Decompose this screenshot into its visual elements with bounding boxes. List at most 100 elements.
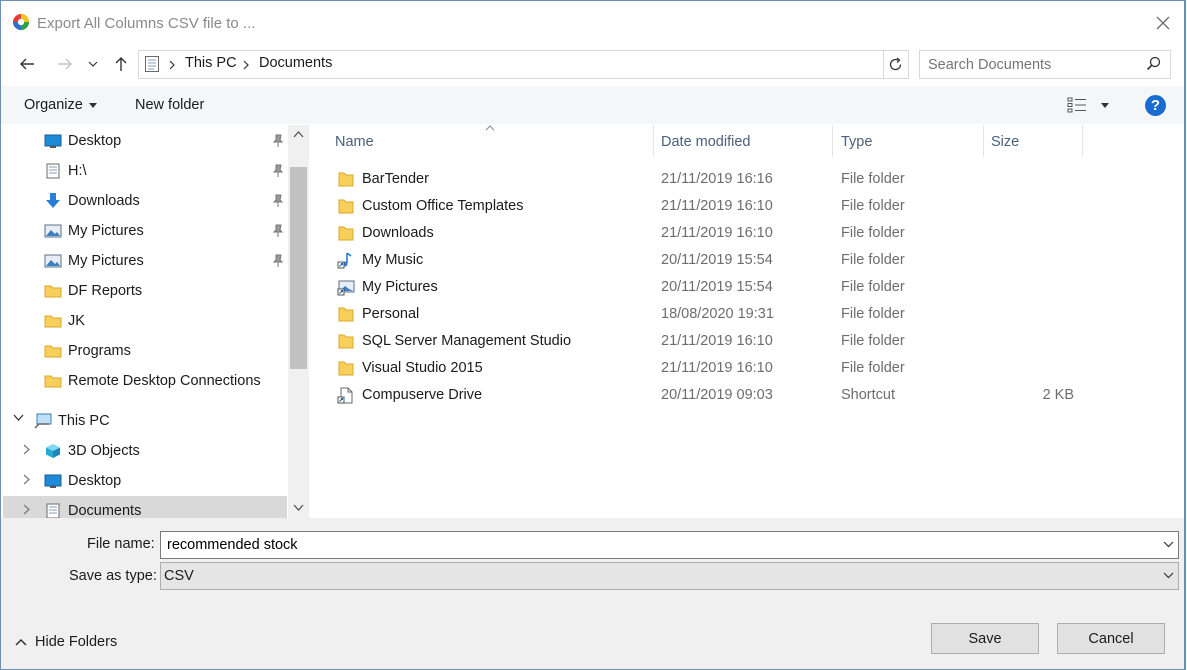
chevron-right-icon [23, 444, 30, 455]
file-row[interactable]: Compuserve Drive 20/11/2019 09:03 Shortc… [329, 382, 1089, 409]
save-as-type-select[interactable]: CSV [160, 562, 1179, 590]
nav-scrollbar[interactable] [288, 125, 309, 518]
chevron-down-icon [1163, 572, 1174, 579]
pin-icon [272, 254, 284, 267]
scroll-up-icon[interactable] [293, 131, 304, 138]
nav-item-documents[interactable]: Documents [3, 496, 287, 518]
pictures-shortcut-icon [337, 280, 355, 296]
desktop-icon [44, 134, 62, 148]
hide-folders-label: Hide Folders [35, 634, 118, 650]
hide-folders-button[interactable]: Hide Folders [15, 634, 117, 650]
chevron-up-icon [15, 638, 27, 646]
nav-item-h-drive[interactable]: H:\ [3, 156, 287, 186]
refresh-button[interactable] [882, 50, 909, 79]
help-button[interactable]: ? [1145, 95, 1166, 116]
nav-item-desktop-pc[interactable]: Desktop [3, 466, 287, 496]
download-arrow-icon [46, 193, 60, 208]
nav-item-label: H:\ [68, 163, 87, 179]
title-bar: Export All Columns CSV file to ... [1, 1, 1184, 45]
file-row[interactable]: Visual Studio 2015 21/11/2019 16:10 File… [329, 355, 1089, 382]
chevron-right-icon [169, 60, 175, 70]
breadcrumb-documents[interactable]: Documents [259, 55, 332, 71]
recent-locations-button[interactable] [83, 51, 103, 77]
file-name-label: File name: [87, 536, 155, 552]
breadcrumb-this-pc[interactable]: This PC [185, 55, 237, 71]
organize-menu-button[interactable]: Organize [24, 97, 97, 113]
nav-item-remote-desktop-connections[interactable]: Remote Desktop Connections [3, 366, 287, 396]
search-input[interactable] [928, 55, 1138, 75]
cancel-button[interactable]: Cancel [1057, 623, 1165, 654]
nav-item-downloads[interactable]: Downloads [3, 186, 287, 216]
file-row[interactable]: BarTender 21/11/2019 16:16 File folder [329, 166, 1089, 193]
nav-item-label: DF Reports [68, 283, 143, 299]
nav-item-desktop[interactable]: Desktop [3, 126, 287, 156]
chevron-right-icon [23, 504, 30, 515]
folder-icon [338, 307, 354, 322]
nav-item-label: 3D Objects [68, 443, 140, 459]
file-name-input[interactable] [167, 535, 1147, 555]
caret-down-icon [88, 102, 97, 108]
column-header-size[interactable]: Size [984, 125, 1082, 157]
pin-icon [272, 134, 284, 147]
new-folder-button[interactable]: New folder [135, 97, 204, 113]
search-box[interactable] [919, 50, 1171, 79]
change-view-button[interactable] [1067, 94, 1117, 116]
nav-item-my-pictures[interactable]: My Pictures [3, 216, 287, 246]
column-header-name[interactable]: Name [329, 125, 653, 157]
nav-item-jk[interactable]: JK [3, 306, 287, 336]
caret-down-icon [1101, 102, 1109, 108]
drive-icon [46, 163, 60, 179]
file-row[interactable]: SQL Server Management Studio 21/11/2019 … [329, 328, 1089, 355]
file-row[interactable]: Downloads 21/11/2019 16:10 File folder [329, 220, 1089, 247]
save-button[interactable]: Save [931, 623, 1039, 654]
arrow-up-icon [115, 57, 127, 71]
nav-item-label: Remote Desktop Connections [68, 373, 261, 389]
pin-icon [272, 224, 284, 237]
details-view-icon [1067, 97, 1086, 113]
dialog-window: Export All Columns CSV file to ... This … [0, 0, 1186, 670]
save-as-type-value: CSV [164, 568, 194, 584]
column-divider[interactable] [1082, 125, 1083, 157]
back-button[interactable] [13, 51, 41, 77]
folder-icon [44, 375, 62, 388]
column-header-date-modified[interactable]: Date modified [654, 125, 832, 157]
organize-label: Organize [24, 97, 83, 113]
file-row[interactable]: Personal 18/08/2020 19:31 File folder [329, 301, 1089, 328]
window-title: Export All Columns CSV file to ... [37, 15, 256, 32]
3d-objects-icon [46, 444, 60, 458]
up-button[interactable] [107, 51, 135, 77]
address-bar[interactable]: This PC Documents [138, 50, 1011, 79]
close-button[interactable] [1147, 7, 1179, 39]
file-name-combobox[interactable] [160, 531, 1179, 559]
desktop-icon [44, 474, 62, 488]
nav-item-df-reports[interactable]: DF Reports [3, 276, 287, 306]
chevron-down-icon[interactable] [1163, 541, 1174, 548]
refresh-icon [889, 57, 901, 71]
column-header-type[interactable]: Type [833, 125, 983, 157]
documents-icon [145, 56, 159, 72]
documents-icon [46, 503, 60, 518]
scroll-down-icon[interactable] [293, 504, 304, 511]
nav-scrollbar-thumb[interactable] [290, 167, 307, 369]
nav-item-label: This PC [58, 413, 110, 429]
nav-item-label: My Pictures [68, 223, 144, 239]
save-as-type-label: Save as type: [69, 568, 157, 584]
nav-item-this-pc[interactable]: This PC [3, 406, 287, 436]
nav-item-3d-objects[interactable]: 3D Objects [3, 436, 287, 466]
chevron-down-icon [88, 61, 98, 67]
file-row[interactable]: My Music 20/11/2019 15:54 File folder [329, 247, 1089, 274]
command-toolbar: Organize New folder ? [1, 86, 1184, 124]
nav-item-programs[interactable]: Programs [3, 336, 287, 366]
this-pc-icon [34, 413, 52, 429]
file-row[interactable]: My Pictures 20/11/2019 15:54 File folder [329, 274, 1089, 301]
close-icon [1156, 16, 1170, 30]
arrow-right-icon [58, 58, 72, 70]
nav-item-my-pictures-2[interactable]: My Pictures [3, 246, 287, 276]
forward-button[interactable] [51, 51, 79, 77]
chevron-right-icon [243, 60, 249, 70]
shortcut-icon [337, 387, 353, 404]
file-list: Name Date modified Type Size BarTender 2… [309, 125, 1184, 518]
chevron-down-icon [13, 414, 24, 421]
nav-item-label: Programs [68, 343, 131, 359]
file-row[interactable]: Custom Office Templates 21/11/2019 16:10… [329, 193, 1089, 220]
